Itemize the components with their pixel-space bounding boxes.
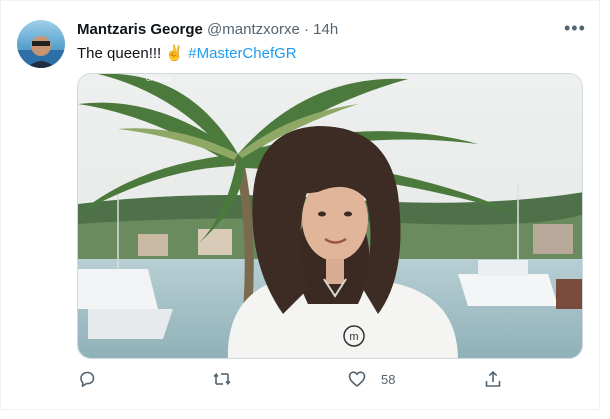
tweet-actions: 58 bbox=[77, 369, 517, 393]
reply-icon bbox=[77, 369, 97, 389]
reply-button[interactable] bbox=[77, 369, 97, 389]
image-watermark: GREECE bbox=[146, 77, 171, 83]
retweet-button[interactable] bbox=[211, 369, 233, 389]
avatar[interactable] bbox=[17, 20, 65, 68]
tweet-card[interactable]: Mantzaris George @mantzxorxe · 14h ••• T… bbox=[0, 0, 600, 410]
tweet-image[interactable]: m GREECE bbox=[77, 73, 583, 359]
tweet-body-text: The queen!!! ✌️ bbox=[77, 45, 185, 62]
share-icon bbox=[483, 369, 503, 389]
like-button[interactable]: 58 bbox=[347, 369, 395, 389]
hashtag-link[interactable]: #MasterChefGR bbox=[188, 45, 296, 62]
like-icon bbox=[347, 369, 367, 389]
author-name[interactable]: Mantzaris George bbox=[77, 21, 203, 38]
separator-dot: · bbox=[303, 21, 309, 38]
retweet-icon bbox=[211, 369, 233, 389]
tweet-text: The queen!!! ✌️ #MasterChefGR bbox=[77, 44, 297, 62]
shirt-logo: m bbox=[349, 331, 358, 343]
tweet-header: Mantzaris George @mantzxorxe · 14h bbox=[77, 21, 338, 38]
more-icon[interactable]: ••• bbox=[564, 19, 586, 37]
author-handle[interactable]: @mantzxorxe bbox=[207, 21, 300, 38]
tweet-time[interactable]: 14h bbox=[313, 21, 338, 38]
like-count: 58 bbox=[381, 371, 396, 387]
share-button[interactable] bbox=[483, 369, 503, 389]
